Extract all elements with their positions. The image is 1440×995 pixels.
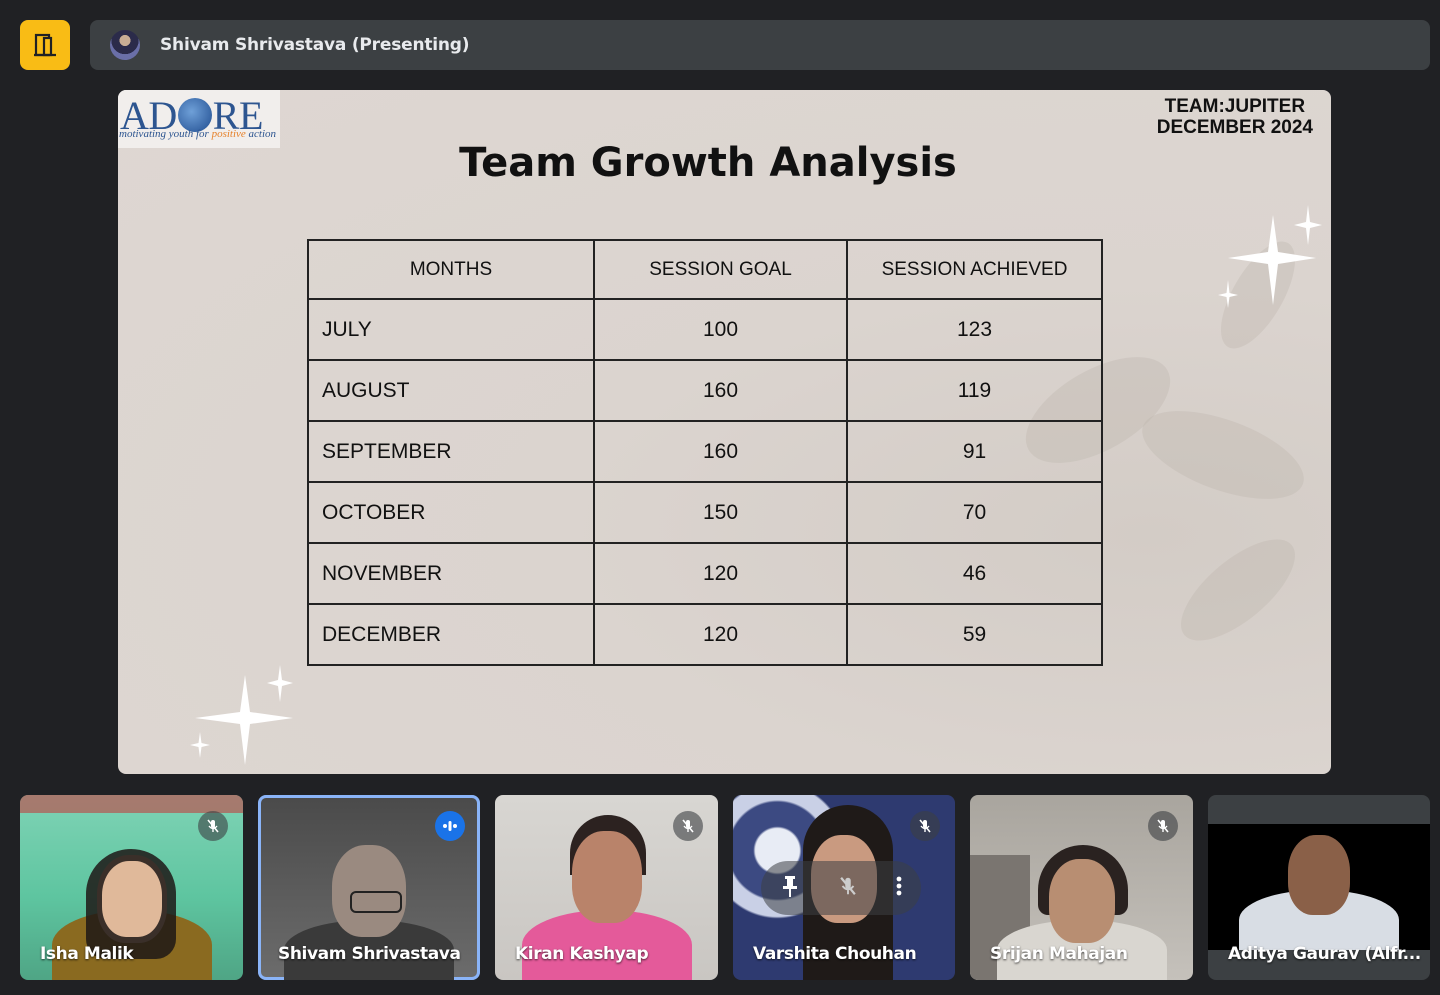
month-cell: DECEMBER	[307, 603, 595, 666]
table-row: AUGUST 160 119	[307, 359, 1103, 422]
column-header: SESSION ACHIEVED	[846, 239, 1103, 300]
sparkle-icon	[1218, 205, 1322, 308]
table-row: SEPTEMBER 160 91	[307, 420, 1103, 483]
table-row: NOVEMBER 120 46	[307, 542, 1103, 605]
month-cell: JULY	[307, 298, 595, 361]
month-cell: AUGUST	[307, 359, 595, 422]
goal-cell: 150	[593, 481, 848, 544]
participant-name: Aditya Gaurav (Alfr...	[1228, 944, 1421, 964]
speaking-indicator-icon	[435, 811, 465, 841]
achieved-cell: 119	[846, 359, 1103, 422]
table-row: JULY 100 123	[307, 298, 1103, 361]
slide-title: Team Growth Analysis	[459, 140, 957, 186]
achieved-cell: 46	[846, 542, 1103, 605]
muted-mic-icon	[840, 876, 856, 895]
participant-name: Isha Malik	[40, 944, 134, 964]
participant-name: Kiran Kashyap	[515, 944, 649, 964]
leaf-decoration	[1131, 393, 1315, 517]
presentation-slide: AD RE motivating youth for positive actio…	[118, 90, 1331, 774]
column-header: MONTHS	[307, 239, 595, 300]
goal-cell: 160	[593, 420, 848, 483]
achieved-cell: 70	[846, 481, 1103, 544]
participant-name: Varshita Chouhan	[753, 944, 917, 964]
meeting-details-button[interactable]	[20, 20, 70, 70]
participant-tile[interactable]: Aditya Gaurav (Alfr...	[1208, 795, 1430, 980]
goal-cell: 120	[593, 542, 848, 605]
presenter-avatar	[110, 30, 140, 60]
month-cell: SEPTEMBER	[307, 420, 595, 483]
pin-button[interactable]	[780, 874, 800, 903]
goal-cell: 100	[593, 298, 848, 361]
report-date: DECEMBER 2024	[1156, 117, 1313, 138]
achieved-cell: 91	[846, 420, 1103, 483]
team-name: TEAM:JUPITER	[1164, 96, 1306, 117]
participant-tile[interactable]: Srijan Mahajan	[970, 795, 1193, 980]
pin-icon	[782, 875, 797, 897]
more-options-button[interactable]	[896, 875, 902, 902]
column-header: SESSION GOAL	[593, 239, 848, 300]
presenter-label: Shivam Shrivastava (Presenting)	[160, 35, 470, 55]
participant-tile[interactable]: Kiran Kashyap	[495, 795, 718, 980]
goal-cell: 120	[593, 603, 848, 666]
table-header-row: MONTHS SESSION GOAL SESSION ACHIEVED	[307, 239, 1103, 300]
more-vert-icon	[896, 876, 902, 895]
achieved-cell: 59	[846, 603, 1103, 666]
team-label: TEAM:JUPITER DECEMBER 2024	[1157, 96, 1313, 138]
month-cell: OCTOBER	[307, 481, 595, 544]
goal-cell: 160	[593, 359, 848, 422]
muted-mic-icon	[198, 811, 228, 841]
participant-tile[interactable]: Isha Malik	[20, 795, 243, 980]
muted-mic-icon	[673, 811, 703, 841]
table-row: DECEMBER 120 59	[307, 603, 1103, 666]
mute-participant-button[interactable]	[837, 875, 859, 902]
globe-icon	[177, 98, 212, 132]
sparkle-icon	[190, 665, 293, 765]
month-cell: NOVEMBER	[307, 542, 595, 605]
muted-mic-icon	[910, 811, 940, 841]
participant-tile[interactable]: Varshita Chouhan	[733, 795, 955, 980]
table-row: OCTOBER 150 70	[307, 481, 1103, 544]
growth-table: MONTHS SESSION GOAL SESSION ACHIEVED JUL…	[307, 239, 1103, 666]
participant-name: Shivam Shrivastava	[278, 944, 461, 964]
leaf-decoration	[1165, 522, 1311, 658]
tile-hover-controls	[761, 861, 921, 915]
participant-tile-active[interactable]: Shivam Shrivastava	[258, 795, 480, 980]
participant-name: Srijan Mahajan	[990, 944, 1128, 964]
presenter-bar[interactable]: Shivam Shrivastava (Presenting)	[90, 20, 1430, 70]
muted-mic-icon	[1148, 811, 1178, 841]
door-icon	[34, 33, 56, 57]
achieved-cell: 123	[846, 298, 1103, 361]
